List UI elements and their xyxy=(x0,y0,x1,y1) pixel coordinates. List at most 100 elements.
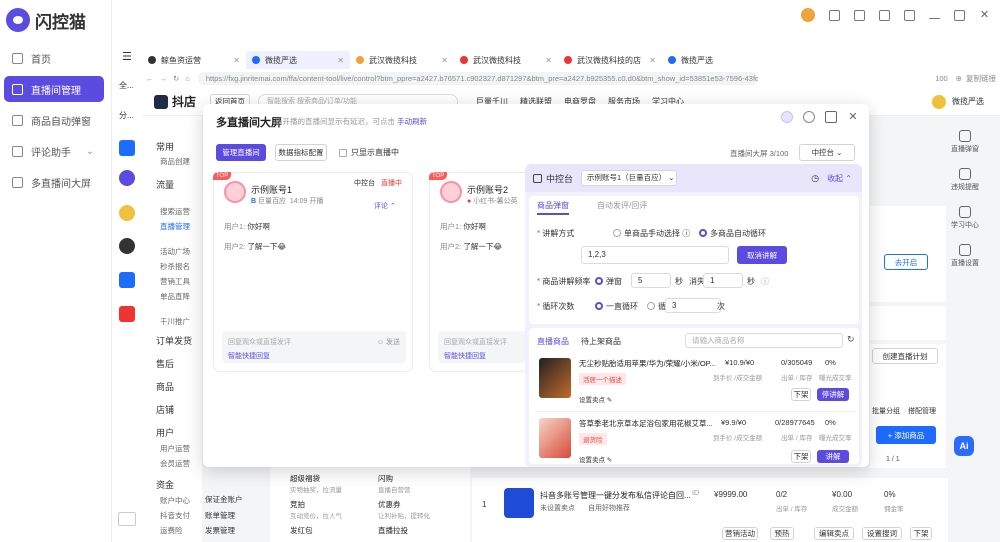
tool-live-popup[interactable]: 直播弹窗 xyxy=(948,130,982,154)
add-product-button[interactable]: + 添加商品 xyxy=(876,426,936,444)
side-item[interactable]: 活动广场 xyxy=(160,246,190,257)
close-icon[interactable]: ✕ xyxy=(847,111,859,123)
side-item[interactable]: 账户中心 xyxy=(160,495,190,506)
rail-label-all[interactable]: 全... xyxy=(119,80,134,91)
tool-auction[interactable]: 竞拍 互动竞价，拉人气 xyxy=(274,499,354,520)
nav-comment-assistant[interactable]: 评论助手 ⌄ xyxy=(4,138,104,164)
pin-manage[interactable]: 搭配管理 xyxy=(908,406,936,416)
manage-rooms-button[interactable]: 管理直播间 xyxy=(216,144,266,161)
account-select[interactable]: 示例账号1（巨量百应） ⌄ xyxy=(581,170,678,186)
brand[interactable]: 闪控猫 xyxy=(6,6,106,34)
side-item[interactable]: 发票管理 xyxy=(205,525,235,536)
minimize-icon[interactable] xyxy=(929,17,940,19)
nav-multi-screen[interactable]: 多直播间大屏 xyxy=(4,169,104,195)
mode-auto-radio[interactable]: 多商品自动循环 xyxy=(699,228,766,239)
tab-pending-products[interactable]: 待上架商品 xyxy=(581,336,621,347)
refresh-icon[interactable]: ↻ xyxy=(847,334,855,345)
side-item[interactable]: 搜索运营 xyxy=(160,206,190,217)
set-point-link[interactable]: 设置卖点 ✎ xyxy=(579,454,612,464)
tab-5[interactable]: 武汉微揽科技的店 ✕ xyxy=(558,51,662,69)
close-icon[interactable]: ✕ xyxy=(337,56,344,65)
zoom-level[interactable]: 100 xyxy=(935,74,948,83)
quick-reply[interactable]: 智能快捷回复 xyxy=(444,351,522,361)
set-point-link[interactable]: 设置卖点 ✎ xyxy=(579,394,612,404)
nav-auto-popup[interactable]: 商品自动弹窗 xyxy=(4,107,104,133)
vanish-seconds-input[interactable]: 1 xyxy=(703,273,743,288)
shop-favicon-2[interactable] xyxy=(119,170,135,186)
side-group-shop[interactable]: 店铺 xyxy=(156,403,174,416)
product-title[interactable]: 无尘秒贴胎适用苹果/华为/荣耀/小米/OP... xyxy=(579,358,716,369)
side-item[interactable]: 会员运营 xyxy=(160,458,190,469)
side-item[interactable]: 千川推广 xyxy=(160,316,190,327)
tool-violation[interactable]: 违规提醒 xyxy=(948,168,982,192)
maximize-icon[interactable] xyxy=(954,9,965,21)
comments-toggle[interactable]: 评论 ⌃ xyxy=(374,201,396,211)
set-keyword-button[interactable]: 设置搜词 xyxy=(862,527,902,540)
shop-account[interactable]: 微揽严选 xyxy=(932,94,984,109)
tool-learning[interactable]: 学习中心 xyxy=(948,206,982,230)
send-button[interactable]: ☺ 发送 xyxy=(377,337,400,347)
shop-favicon-3[interactable] xyxy=(119,205,135,221)
side-item[interactable]: 单品直降 xyxy=(160,291,190,302)
create-plan-button[interactable]: 创建直播计划 xyxy=(872,348,938,364)
close-icon[interactable]: ✕ xyxy=(979,9,990,21)
tab-auto-comment[interactable]: 自动发评/回评 xyxy=(597,200,647,211)
pin-icon[interactable]: ⊕ xyxy=(956,74,962,83)
open-control[interactable]: 中控台 xyxy=(354,178,375,188)
shop-favicon-4[interactable] xyxy=(119,238,135,254)
marketing-button[interactable]: 营销活动 xyxy=(722,527,758,540)
clock-icon[interactable]: ◷ xyxy=(811,173,819,184)
control-dropdown[interactable]: 中控台 ⌄ xyxy=(799,144,855,161)
nav-live-room-management[interactable]: 直播间管理 xyxy=(4,76,104,102)
tool-lucky-bag[interactable]: 超级福袋 实物抽奖，拉流量 xyxy=(274,473,354,494)
delist-button[interactable]: 下架 xyxy=(791,450,811,463)
mobile-icon[interactable] xyxy=(879,9,890,21)
only-live-checkbox[interactable]: 只显示直播中 xyxy=(339,147,399,158)
side-group-orders[interactable]: 订单发货 xyxy=(156,334,192,347)
tool-flash-sale[interactable]: 闪购 直播自营营 xyxy=(362,473,442,494)
tab-6[interactable]: 微揽严选 xyxy=(662,51,766,69)
go-live-button[interactable]: 去开启 xyxy=(884,254,928,270)
side-item[interactable]: 秒杀报名 xyxy=(160,261,190,272)
dark-theme-icon[interactable] xyxy=(803,111,815,123)
shop-favicon-6[interactable] xyxy=(119,306,135,322)
delist-button[interactable]: 下架 xyxy=(910,527,932,540)
side-group-common[interactable]: 常用 xyxy=(156,140,174,153)
tab-1[interactable]: 鲸鱼资运营 ✕ xyxy=(142,51,246,69)
batch-group[interactable]: 批量分组 xyxy=(872,406,900,416)
explain-button[interactable]: 讲解 xyxy=(817,450,849,463)
side-item-live[interactable]: 直播管理 xyxy=(160,221,190,232)
loop-count-input[interactable]: 3 xyxy=(665,298,721,313)
tool-live-vote[interactable]: 直播拉投 xyxy=(362,525,442,536)
pager[interactable]: 1 / 1 xyxy=(886,456,900,463)
window-icon[interactable] xyxy=(825,111,837,123)
close-icon[interactable]: ✕ xyxy=(545,56,552,65)
product-search-input[interactable]: 请输入商品名称 xyxy=(685,333,843,348)
clipboard-icon[interactable] xyxy=(854,9,865,21)
user-avatar[interactable] xyxy=(801,8,815,22)
side-item[interactable]: 营销工具 xyxy=(160,276,190,287)
url-input[interactable]: https://fxg.jinritemai.com/ffa/content-t… xyxy=(197,71,758,85)
side-group-funds[interactable]: 资金 xyxy=(156,478,174,491)
rail-panel-icon[interactable] xyxy=(118,512,136,526)
tab-2[interactable]: 微揽严选 ✕ xyxy=(246,51,350,69)
quick-reply[interactable]: 智能快捷回复 xyxy=(228,351,400,361)
tool-red-packet[interactable]: 发红包 xyxy=(274,525,354,536)
service-icon[interactable] xyxy=(829,9,840,21)
back-icon[interactable]: ← xyxy=(146,74,154,83)
shop-favicon-1[interactable] xyxy=(119,140,135,156)
product-ids-input[interactable]: 1,2,3 xyxy=(581,246,729,264)
product-title[interactable]: 答草季老北京草本足浴包家用花椒艾草... xyxy=(579,418,713,429)
side-item[interactable]: 保证金账户 xyxy=(205,494,243,505)
light-theme-icon[interactable] xyxy=(781,111,793,123)
product-title[interactable]: 抖音多账号管理一键分发布私信评论自回... xyxy=(540,490,691,501)
copy-link[interactable]: 复制链接 xyxy=(966,73,996,84)
popup-radio[interactable]: 弹窗 xyxy=(595,276,622,287)
reply-input[interactable]: 回复观众或直接发评 智能快捷回复 xyxy=(438,331,528,363)
shop-favicon-5[interactable] xyxy=(119,272,135,288)
tab-4[interactable]: 武汉微揽科技 ✕ xyxy=(454,51,558,69)
metrics-config-button[interactable]: 数据指标配置 xyxy=(275,144,327,161)
collapse-button[interactable]: 收起 ⌃ xyxy=(827,173,852,184)
side-item[interactable]: 抖音支付 xyxy=(160,510,190,521)
stop-explain-button[interactable]: 停讲解 xyxy=(817,388,849,401)
